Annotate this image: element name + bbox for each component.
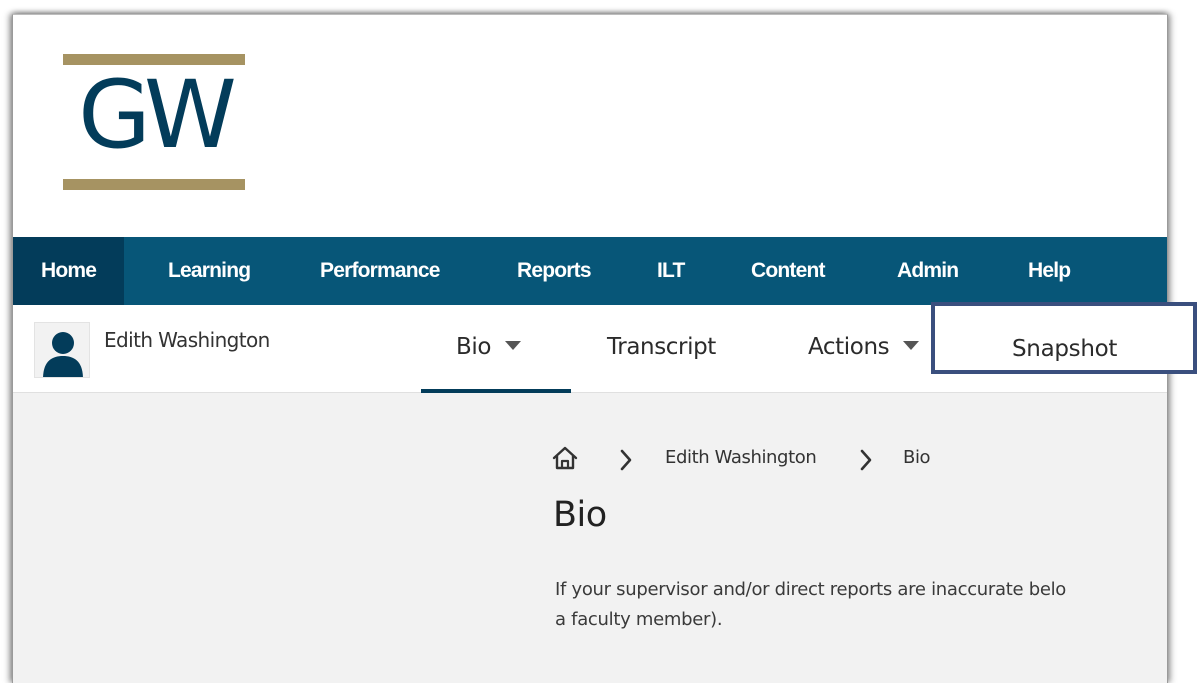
- nav-performance[interactable]: Performance: [320, 237, 440, 305]
- tab-bio-label: Bio: [456, 334, 492, 360]
- tab-transcript[interactable]: Transcript: [607, 334, 716, 370]
- breadcrumb-user-link[interactable]: Edith Washington: [665, 447, 817, 468]
- user-silhouette-icon[interactable]: [34, 322, 90, 378]
- breadcrumb-current: Bio: [903, 447, 931, 468]
- nav-home[interactable]: Home: [13, 237, 125, 305]
- main-content: Edith Washington Bio Bio If your supervi…: [13, 393, 1167, 683]
- nav-reports[interactable]: Reports: [517, 237, 592, 305]
- user-name: Edith Washington: [104, 328, 270, 352]
- logo-letters: GW: [78, 61, 237, 170]
- main-navbar: Home Learning Performance Reports ILT Co…: [13, 237, 1167, 305]
- intro-text: If your supervisor and/or direct reports…: [555, 575, 1167, 635]
- nav-content[interactable]: Content: [751, 237, 826, 305]
- intro-line-2: a faculty member).: [555, 609, 723, 630]
- intro-line-1: If your supervisor and/or direct reports…: [555, 579, 1067, 600]
- tab-bio[interactable]: Bio: [456, 334, 522, 370]
- chevron-right-icon: [859, 449, 873, 475]
- page-title: Bio: [553, 495, 607, 535]
- gw-logo[interactable]: GW: [63, 54, 245, 190]
- tab-actions[interactable]: Actions: [808, 334, 920, 370]
- nav-ilt[interactable]: ILT: [657, 237, 685, 305]
- home-icon[interactable]: [551, 445, 579, 475]
- caret-down-icon: [903, 341, 920, 350]
- tab-actions-label: Actions: [808, 334, 890, 360]
- nav-help[interactable]: Help: [1028, 237, 1071, 305]
- logo-bottom-bar: [63, 179, 245, 190]
- tab-snapshot[interactable]: Snapshot: [1012, 336, 1117, 362]
- nav-admin[interactable]: Admin: [897, 237, 959, 305]
- nav-learning[interactable]: Learning: [168, 237, 251, 305]
- caret-down-icon: [505, 341, 522, 350]
- chevron-right-icon: [619, 449, 633, 475]
